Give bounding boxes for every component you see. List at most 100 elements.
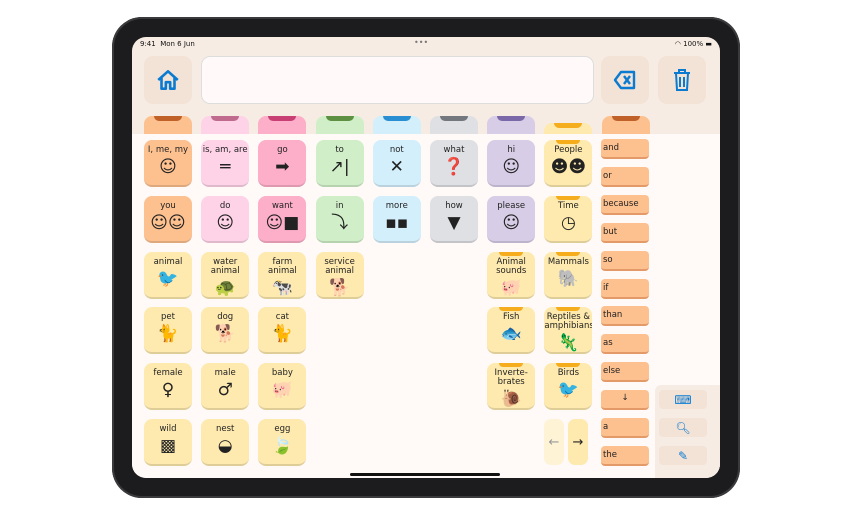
vocab-cell[interactable]: more ▪▪ (372, 195, 421, 243)
baby-animals-icon: 🐖 (271, 380, 293, 401)
home-indicator (350, 473, 500, 476)
vocab-cell[interactable]: baby 🐖 (258, 363, 307, 411)
home-button[interactable] (144, 56, 192, 104)
cell-label: Animal sounds (496, 256, 527, 276)
word-button[interactable]: if (601, 278, 649, 299)
cell-label: egg (274, 424, 291, 434)
vocab-cell[interactable]: how ▼ (430, 195, 478, 243)
cell-label: please (497, 200, 526, 211)
folder-cell[interactable]: Birds 🐦 (544, 363, 593, 411)
cell-label: Birds (557, 368, 580, 379)
vocab-cell[interactable]: pet 🐈 (144, 307, 192, 355)
word-button[interactable]: a (601, 418, 649, 438)
vocab-cell[interactable]: dog 🐕 (201, 307, 250, 355)
vocab-cell[interactable]: go ➡ (258, 140, 307, 187)
word-button[interactable]: as (601, 334, 649, 355)
cell-label: Time (557, 200, 579, 211)
cell-label: hi (507, 145, 516, 155)
vocab-cell[interactable]: in ⤵ (315, 195, 364, 243)
scroll-down-button[interactable]: ↓ (601, 390, 649, 411)
vocab-cell[interactable]: wild ▩ (144, 419, 192, 466)
person-reaching-icon: ☺■ (265, 212, 300, 233)
cell-label: to (335, 145, 344, 155)
cell-label: you (160, 200, 176, 211)
cell-label: do (219, 200, 231, 211)
cell-label: want (271, 200, 293, 211)
fish-icon: 🐟 (500, 324, 522, 345)
next-page-button[interactable]: → (568, 419, 588, 465)
cell-label: service animal (324, 256, 355, 276)
vocab-cell[interactable]: to ↗| (315, 140, 364, 187)
clear-button[interactable] (658, 56, 706, 104)
cell-label: is, am, are (202, 145, 248, 155)
vocab-cell[interactable]: do ☺ (201, 195, 250, 243)
battery-icon: ▬ (705, 40, 712, 48)
search-button[interactable]: 🔍︎ (659, 418, 707, 437)
word-button[interactable]: but (601, 222, 649, 243)
vocab-cell[interactable]: service animal 🐕 (315, 251, 364, 299)
snail-icon: 🐌 (500, 389, 522, 410)
equals-icon: ═ (220, 157, 231, 177)
prev-page-button[interactable]: ← (544, 419, 564, 465)
vocab-cell[interactable]: hi ☺ (487, 140, 536, 187)
word-button[interactable]: and (601, 139, 649, 159)
multitask-dots-icon[interactable]: ••• (414, 38, 428, 47)
cell-label: animal (153, 256, 183, 267)
vocab-cell[interactable]: you ☺☺ (144, 195, 192, 243)
vocab-cell[interactable]: want ☺■ (258, 195, 307, 243)
pencil-icon: ✎ (677, 448, 689, 463)
folder-cell[interactable]: Mammals 🐘 (544, 251, 593, 299)
lizard-icon: 🦎 (557, 333, 579, 354)
trash-icon (674, 69, 690, 91)
folder-cell[interactable]: Reptiles & amphibians 🦎 (544, 307, 593, 355)
cell-label: what (443, 145, 465, 155)
cell-label: baby (271, 368, 293, 379)
person-self-icon: ☺ (159, 157, 177, 177)
folder-cell[interactable]: People ☻☻ (544, 140, 593, 187)
word-button[interactable]: than (601, 306, 649, 327)
vocab-cell[interactable]: male ♂ (201, 363, 250, 411)
vocab-cell[interactable]: nest ◒ (201, 419, 250, 466)
two-people-icon: ☺☺ (150, 212, 186, 233)
keyboard-icon: ⌨ (674, 392, 692, 407)
folder-cell[interactable]: Fish 🐟 (487, 307, 536, 355)
word-button[interactable]: so (601, 250, 649, 271)
cell-label: Mammals (547, 256, 589, 267)
farm-animals-icon: 🐖 (500, 277, 522, 298)
vocab-cell[interactable]: female ♀ (144, 363, 192, 411)
word-button[interactable]: the (601, 445, 649, 466)
person-pointing-icon: ☺ (216, 212, 235, 233)
vocab-cell[interactable]: I, me, my ☺ (144, 140, 192, 187)
bird-icon: 🐦 (557, 380, 579, 401)
word-button[interactable]: or (601, 166, 649, 187)
word-button[interactable]: because (601, 194, 649, 215)
person-please-icon: ☺ (502, 212, 521, 233)
folder-cell[interactable]: Inverte-brates 🐌 (487, 363, 536, 411)
vocab-cell[interactable]: please ☺ (487, 195, 536, 243)
vocab-cell[interactable]: what ❓ (430, 140, 478, 187)
folder-cell[interactable]: Time ◷ (544, 195, 593, 243)
vocab-cell[interactable]: water animal 🐢 (201, 251, 250, 299)
backspace-button[interactable] (601, 56, 649, 104)
vocab-cell[interactable]: cat 🐈 (258, 307, 307, 355)
status-date: Mon 6 Jun (160, 40, 195, 48)
pets-icon: 🐈 (157, 324, 179, 345)
search-icon: 🔍︎ (675, 420, 691, 435)
cell-label: female (153, 368, 183, 379)
message-bar[interactable] (201, 56, 594, 104)
cell-label: Reptiles & amphibians (544, 312, 593, 332)
edit-button[interactable]: ✎ (659, 446, 707, 465)
vocab-cell[interactable]: is, am, are ═ (201, 140, 250, 187)
keyboard-button[interactable]: ⌨ (659, 390, 707, 409)
vocab-cell[interactable]: farm animal 🐄 (258, 251, 307, 299)
vocab-cell[interactable]: animal 🐦 (144, 251, 192, 299)
vocab-cell[interactable]: egg 🍃 (258, 419, 307, 466)
animals-icon: 🐦 (157, 268, 179, 289)
word-button[interactable]: else (601, 362, 649, 383)
status-bar: 9:41 Mon 6 Jun ••• ◠ 100% ▬ (132, 37, 720, 51)
turtle-icon: 🐢 (214, 277, 236, 298)
folder-cell[interactable]: Animal sounds 🐖 (487, 251, 536, 299)
nest-icon: ◒ (217, 436, 233, 456)
cell-label: Fish (502, 312, 520, 323)
vocab-cell[interactable]: not ✕ (372, 140, 421, 187)
